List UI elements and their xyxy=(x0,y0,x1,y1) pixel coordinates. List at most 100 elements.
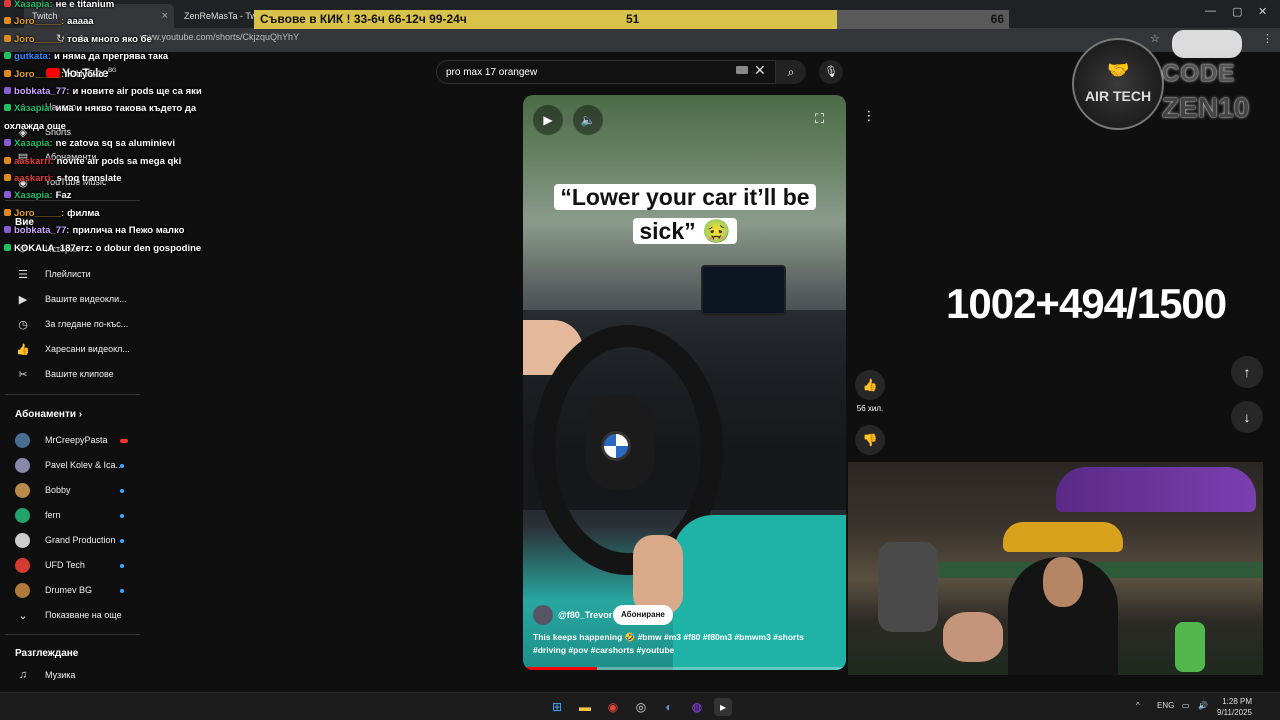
subscription-item[interactable]: Pavel Kolev & Ica... xyxy=(0,455,145,477)
arrow-down-icon: ↓ xyxy=(1243,409,1251,425)
sidebar-item-liked[interactable]: 👍 Харесани видеокл... xyxy=(0,339,145,361)
subscriptions-heading[interactable]: Абонаменти › xyxy=(15,409,82,420)
file-explorer-icon[interactable]: ▬ xyxy=(576,698,594,716)
handshake-icon: 🤝 xyxy=(1107,60,1130,80)
search-input[interactable]: pro max 17 orangew xyxy=(446,67,537,78)
sidebar-divider xyxy=(5,394,140,395)
chat-message: gutkata: и няма да прегрява така xyxy=(4,51,168,62)
chat-badge-icon xyxy=(4,191,11,199)
sidebar-item-your-videos[interactable]: ▶ Вашите видеокли... xyxy=(0,289,145,311)
more-options-icon[interactable]: ⋮ xyxy=(858,108,880,130)
channel-avatar[interactable] xyxy=(533,605,553,625)
terminal-icon[interactable]: ▸ xyxy=(714,698,732,716)
video-hand xyxy=(633,535,683,615)
chat-text: не е titanium xyxy=(55,0,115,10)
language-indicator[interactable]: ENG xyxy=(1157,701,1174,710)
new-content-dot xyxy=(120,464,124,468)
tray-expand-icon[interactable]: ^ xyxy=(1136,701,1140,710)
chat-text: o dobur den gospodine xyxy=(95,242,202,254)
search-box[interactable]: pro max 17 orangew xyxy=(436,60,776,84)
chrome-icon[interactable]: ◉ xyxy=(604,698,622,716)
subscription-label: Pavel Kolev & Ica... xyxy=(45,460,120,470)
subscription-label: Grand Production xyxy=(45,535,116,545)
subscribe-button[interactable]: Абониране xyxy=(613,605,673,625)
your-videos-icon: ▶ xyxy=(18,294,28,306)
poll-label: Съвове в КИК ! 33-6ч 66-12ч 99-24ч xyxy=(260,12,467,26)
video-description[interactable]: This keeps happening 🤣 #bmw #m3 #f80 #f8… xyxy=(533,631,833,657)
chat-message: Хазaрia: Faz xyxy=(4,190,71,201)
clear-search-icon[interactable]: ✕ xyxy=(754,62,766,79)
network-icon[interactable]: ▭ xyxy=(1182,701,1190,710)
chat-badge-icon xyxy=(4,226,11,234)
chat-message: Joro_____: ааааа xyxy=(4,16,94,27)
volume-button[interactable]: 🔈 xyxy=(573,105,603,135)
channel-name[interactable]: @f80_Trevor xyxy=(558,610,612,620)
next-short-button[interactable]: ↓ xyxy=(1231,401,1263,433)
maximize-icon[interactable]: ▢ xyxy=(1232,5,1242,18)
sidebar-item-playlist[interactable]: ☰ Плейлисти xyxy=(0,264,145,286)
subscription-item[interactable]: Grand Production xyxy=(0,530,145,552)
webcam-bottle xyxy=(1175,622,1205,672)
sidebar-item-label: Музика xyxy=(45,670,76,680)
new-content-dot xyxy=(120,539,124,543)
subscription-item[interactable]: MrCreepyPasta xyxy=(0,430,145,452)
chat-username: Хазaрia: xyxy=(14,0,53,10)
start-icon[interactable]: ⊞ xyxy=(548,698,566,716)
chat-message: KOKALA_187erz: o dobur den gospodine xyxy=(4,243,201,254)
poll-value-a: 51 xyxy=(626,12,640,26)
chat-username: Joro_____: xyxy=(14,16,65,28)
system-clock[interactable]: 1:28 PM 9/11/2025 xyxy=(1217,696,1252,718)
chat-username: bobkata_77: xyxy=(14,225,70,237)
playlist-icon: ☰ xyxy=(18,269,28,281)
speaker-icon[interactable]: 🔊 xyxy=(1198,701,1208,710)
sidebar-item-label: Вашите клипове xyxy=(45,369,114,379)
like-button[interactable]: 👍 xyxy=(855,370,885,400)
keyboard-icon[interactable] xyxy=(736,66,748,74)
chat-message: Хазaрia: ne zatova sq sa aluminievi xyxy=(4,138,175,149)
voice-search-button[interactable]: 🎙 xyxy=(819,60,843,84)
video-caption: “Lower your car it’ll be sick” 🤢 xyxy=(545,180,825,248)
sidebar-item-clips[interactable]: ✂ Вашите клипове xyxy=(0,364,145,386)
chat-badge-icon xyxy=(4,34,11,42)
dislike-button[interactable]: 👎 xyxy=(855,425,885,455)
minimize-icon[interactable]: — xyxy=(1205,5,1216,17)
sidebar-item-music[interactable]: ♫ Музика xyxy=(0,665,145,687)
webcam-chair xyxy=(878,542,938,632)
video-progress-bar[interactable] xyxy=(523,667,846,670)
subscription-item[interactable]: Bobby xyxy=(0,480,145,502)
search-button[interactable]: ⌕ xyxy=(776,60,806,84)
discord-icon[interactable]: ◐ xyxy=(660,698,678,716)
fullscreen-icon[interactable]: ⛶ xyxy=(815,111,824,127)
close-window-icon[interactable]: ✕ xyxy=(1258,5,1267,18)
browser-menu-icon[interactable]: ⋮ xyxy=(1262,32,1273,45)
arrow-up-icon: ↑ xyxy=(1243,364,1251,380)
subscription-label: MrCreepyPasta xyxy=(45,435,108,445)
shorts-video-player[interactable]: “Lower your car it’ll be sick” 🤢 ▶ 🔈 ⛶ @… xyxy=(523,95,846,670)
subscription-label: Drumev BG xyxy=(45,585,93,595)
chat-badge-icon xyxy=(4,104,11,112)
subscription-item[interactable]: UFD Tech xyxy=(0,555,145,577)
chat-badge-icon xyxy=(4,139,11,147)
subscription-label: UFD Tech xyxy=(45,560,85,570)
play-button[interactable]: ▶ xyxy=(533,105,563,135)
chevron-down-icon: ⌄ xyxy=(18,610,28,622)
subscription-item[interactable]: Drumev BG xyxy=(0,580,145,602)
twitch-app-icon[interactable]: ◍ xyxy=(688,698,706,716)
bookmark-star-icon[interactable]: ☆ xyxy=(1150,32,1160,45)
subscription-item[interactable]: fern xyxy=(0,505,145,527)
sidebar-item-watch-later[interactable]: ◷ За гледане по-къс... xyxy=(0,314,145,336)
sidebar-divider xyxy=(5,634,140,635)
stream-chat-overlay: Хазaрia: не е titanium Joro_____: ааааа Joro… xyxy=(0,0,260,260)
show-more-button[interactable]: ⌄ Показване на още xyxy=(0,605,145,627)
chat-username: gutkata: xyxy=(14,51,51,63)
previous-short-button[interactable]: ↑ xyxy=(1231,356,1263,388)
chat-message: Хазaрia: не е titanium xyxy=(4,0,114,10)
chat-badge-icon xyxy=(4,208,11,216)
channel-avatar xyxy=(15,558,30,573)
clips-icon: ✂ xyxy=(18,369,28,381)
chat-username: Joro_____: xyxy=(14,68,65,80)
obs-icon[interactable]: ◎ xyxy=(632,698,650,716)
explore-heading: Разглеждане xyxy=(15,648,79,659)
channel-avatar xyxy=(15,433,30,448)
channel-avatar xyxy=(15,483,30,498)
